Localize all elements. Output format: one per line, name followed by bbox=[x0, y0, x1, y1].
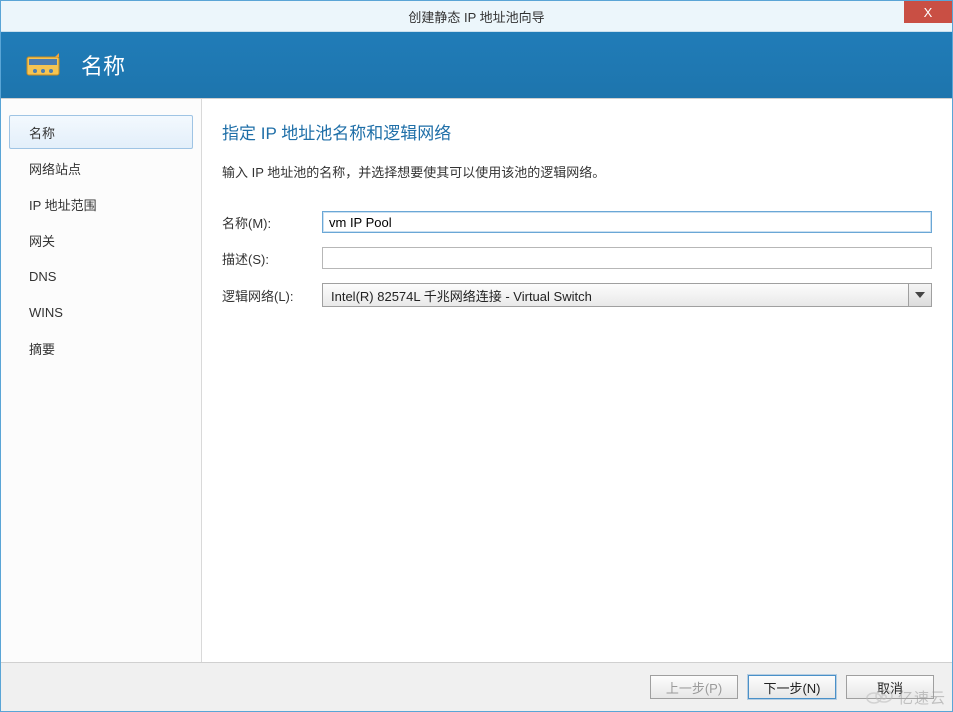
sidebar-item-label: 网关 bbox=[29, 231, 55, 250]
window-title: 创建静态 IP 地址池向导 bbox=[408, 7, 544, 26]
chevron-down-icon bbox=[915, 292, 925, 298]
section-title: 指定 IP 地址池名称和逻辑网络 bbox=[222, 119, 932, 144]
logical-network-select[interactable]: Intel(R) 82574L 千兆网络连接 - Virtual Switch bbox=[322, 283, 932, 307]
banner-title: 名称 bbox=[81, 49, 125, 81]
dropdown-button[interactable] bbox=[908, 284, 931, 306]
sidebar-item-label: 摘要 bbox=[29, 339, 55, 358]
description-input[interactable] bbox=[322, 247, 932, 269]
wizard-banner: 名称 bbox=[1, 32, 952, 99]
sidebar-item-summary[interactable]: 摘要 bbox=[9, 331, 193, 365]
cancel-button[interactable]: 取消 bbox=[846, 675, 934, 699]
wizard-footer: 上一步(P) 下一步(N) 取消 bbox=[1, 662, 952, 711]
close-icon: X bbox=[924, 5, 933, 20]
wizard-body: 名称 网络站点 IP 地址范围 网关 DNS WINS 摘要 指定 IP 地址 bbox=[1, 99, 952, 662]
sidebar-item-dns[interactable]: DNS bbox=[9, 259, 193, 293]
button-label: 取消 bbox=[877, 678, 903, 697]
wizard-steps-sidebar: 名称 网络站点 IP 地址范围 网关 DNS WINS 摘要 bbox=[1, 99, 202, 662]
form-row-logical-network: 逻辑网络(L): Intel(R) 82574L 千兆网络连接 - Virtua… bbox=[222, 283, 932, 307]
section-description: 输入 IP 地址池的名称，并选择想要使其可以使用该池的逻辑网络。 bbox=[222, 162, 932, 181]
button-label: 下一步(N) bbox=[763, 678, 820, 697]
name-input[interactable] bbox=[322, 211, 932, 233]
form-row-description: 描述(S): bbox=[222, 247, 932, 269]
titlebar: 创建静态 IP 地址池向导 X bbox=[1, 1, 952, 32]
sidebar-item-wins[interactable]: WINS bbox=[9, 295, 193, 329]
wizard-main: 指定 IP 地址池名称和逻辑网络 输入 IP 地址池的名称，并选择想要使其可以使… bbox=[202, 99, 952, 662]
next-button[interactable]: 下一步(N) bbox=[748, 675, 836, 699]
sidebar-item-label: DNS bbox=[29, 269, 56, 284]
logical-network-label: 逻辑网络(L): bbox=[222, 286, 322, 305]
sidebar-item-ip-range[interactable]: IP 地址范围 bbox=[9, 187, 193, 221]
sidebar-item-network-site[interactable]: 网络站点 bbox=[9, 151, 193, 185]
close-button[interactable]: X bbox=[904, 1, 952, 23]
sidebar-item-gateway[interactable]: 网关 bbox=[9, 223, 193, 257]
wizard-icon bbox=[23, 47, 65, 83]
sidebar-item-label: WINS bbox=[29, 305, 63, 320]
sidebar-item-name[interactable]: 名称 bbox=[9, 115, 193, 149]
sidebar-item-label: 网络站点 bbox=[29, 159, 81, 178]
sidebar-item-label: IP 地址范围 bbox=[29, 195, 97, 214]
logical-network-value: Intel(R) 82574L 千兆网络连接 - Virtual Switch bbox=[323, 286, 908, 305]
previous-button[interactable]: 上一步(P) bbox=[650, 675, 738, 699]
description-label: 描述(S): bbox=[222, 249, 322, 268]
name-label: 名称(M): bbox=[222, 213, 322, 232]
button-label: 上一步(P) bbox=[666, 678, 722, 697]
sidebar-item-label: 名称 bbox=[29, 123, 55, 142]
wizard-window: 创建静态 IP 地址池向导 X 名称 名称 网络站点 bbox=[0, 0, 953, 712]
form-row-name: 名称(M): bbox=[222, 211, 932, 233]
